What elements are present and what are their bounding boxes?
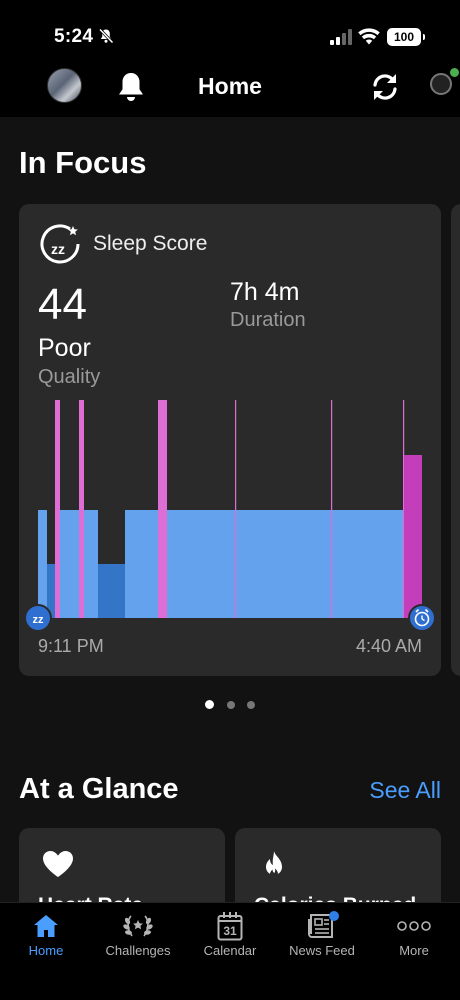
calendar-icon: 31 [217,912,243,941]
rem-sleep-segment [79,400,84,618]
flame-icon [266,851,282,878]
cellular-signal-icon [330,29,352,45]
alarm-clock-icon [408,604,436,632]
light-sleep-segment [55,510,98,618]
device-watch-icon[interactable] [428,67,459,101]
calendar-day-number: 31 [223,924,237,938]
tab-news-feed-label: News Feed [289,943,355,958]
carousel-dots [0,696,460,714]
rem-transition-line [235,400,237,618]
carousel-dot-2[interactable] [226,701,235,709]
bottom-tab-bar: Home Challenges 31 Calendar News Feed Mo… [0,902,460,1000]
status-bar: 5:24 100 [0,0,460,60]
sleep-stages-chart: zz [24,400,436,632]
sync-icon[interactable] [369,71,401,103]
wifi-icon [358,28,380,45]
watch-face [430,73,452,95]
heart-icon [43,851,73,877]
more-dots-icon [397,921,431,931]
carousel-dot-1[interactable] [205,700,215,709]
status-time: 5:24 [54,26,94,47]
newspaper-icon [308,911,339,938]
bell-muted-icon [98,28,114,44]
battery-indicator: 100 [387,28,425,46]
tab-more[interactable]: More [368,903,460,973]
device-connected-dot [450,68,459,77]
in-focus-heading: In Focus [19,145,147,180]
light-sleep-segment [38,510,47,618]
tab-calendar-label: Calendar [203,943,257,958]
sleep-score-card[interactable]: zz Sleep Score 44 Poor Quality 7h 4m Dur… [19,204,441,676]
svg-text:zz: zz [33,614,45,626]
rem-sleep-segment [158,400,167,618]
tab-home[interactable]: Home [0,903,92,973]
tab-news-feed[interactable]: News Feed [276,903,368,973]
rem-sleep-segment [55,400,60,618]
tab-calendar[interactable]: 31 Calendar [184,903,276,973]
sleep-start-icon: zz [24,604,52,632]
top-bar: Home [0,60,460,117]
laurel-icon [123,915,153,937]
tab-more-label: More [399,943,429,958]
tab-challenges[interactable]: Challenges [92,903,184,973]
carousel-dot-3[interactable] [246,701,255,709]
awake-segment [404,455,422,618]
sleep-start-time: 9:11 PM [38,636,104,656]
rem-transition-line [331,400,333,618]
tab-challenges-label: Challenges [105,943,171,958]
next-card-peek[interactable] [451,204,460,676]
at-a-glance-heading: At a Glance [19,773,179,805]
home-icon [34,915,58,937]
deep-sleep-segment [98,564,125,618]
tab-home-label: Home [28,943,64,958]
sleep-end-time: 4:40 AM [355,636,422,656]
see-all-link[interactable]: See All [369,777,441,804]
